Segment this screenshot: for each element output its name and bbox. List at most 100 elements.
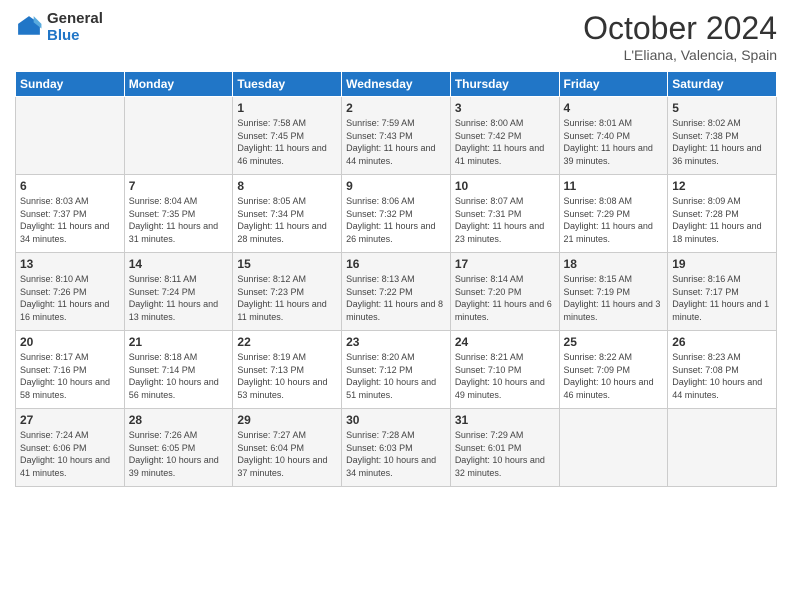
day-info: Sunrise: 8:05 AM Sunset: 7:34 PM Dayligh… <box>237 195 337 245</box>
logo: General Blue <box>15 10 103 44</box>
day-info: Sunrise: 8:22 AM Sunset: 7:09 PM Dayligh… <box>564 351 664 401</box>
day-number: 20 <box>20 335 120 349</box>
calendar-cell: 1Sunrise: 7:58 AM Sunset: 7:45 PM Daylig… <box>233 97 342 175</box>
day-number: 19 <box>672 257 772 271</box>
calendar-cell <box>124 97 233 175</box>
day-number: 30 <box>346 413 446 427</box>
calendar-cell: 31Sunrise: 7:29 AM Sunset: 6:01 PM Dayli… <box>450 409 559 487</box>
day-number: 23 <box>346 335 446 349</box>
day-info: Sunrise: 8:16 AM Sunset: 7:17 PM Dayligh… <box>672 273 772 323</box>
calendar-cell <box>559 409 668 487</box>
day-number: 5 <box>672 101 772 115</box>
calendar-cell: 17 Sunrise: 8:14 AM Sunset: 7:20 PM Dayli… <box>450 253 559 331</box>
day-number: 17 <box>455 257 555 271</box>
day-info: Sunrise: 7:59 AM Sunset: 7:43 PM Dayligh… <box>346 117 446 167</box>
day-info: Sunrise: 8:04 AM Sunset: 7:35 PM Dayligh… <box>129 195 229 245</box>
calendar-cell: 6 Sunrise: 8:03 AM Sunset: 7:37 PM Daylig… <box>16 175 125 253</box>
day-info: Sunrise: 8:03 AM Sunset: 7:37 PM Dayligh… <box>20 195 120 245</box>
calendar-cell: 11Sunrise: 8:08 AM Sunset: 7:29 PM Dayli… <box>559 175 668 253</box>
day-number: 24 <box>455 335 555 349</box>
calendar-cell: 27Sunrise: 7:24 AM Sunset: 6:06 PM Dayli… <box>16 409 125 487</box>
calendar-cell: 10 Sunrise: 8:07 AM Sunset: 7:31 PM Dayli… <box>450 175 559 253</box>
col-header-friday: Friday <box>559 72 668 97</box>
day-info: Sunrise: 7:58 AM Sunset: 7:45 PM Dayligh… <box>237 117 337 167</box>
day-info: Sunrise: 8:20 AM Sunset: 7:12 PM Dayligh… <box>346 351 446 401</box>
day-info: Sunrise: 8:19 AM Sunset: 7:13 PM Dayligh… <box>237 351 337 401</box>
day-info: Sunrise: 8:15 AM Sunset: 7:19 PM Dayligh… <box>564 273 664 323</box>
day-number: 28 <box>129 413 229 427</box>
day-info: Sunrise: 8:12 AM Sunset: 7:23 PM Dayligh… <box>237 273 337 323</box>
calendar-cell: 29 Sunrise: 7:27 AM Sunset: 6:04 PM Dayli… <box>233 409 342 487</box>
calendar-cell: 25Sunrise: 8:22 AM Sunset: 7:09 PM Dayli… <box>559 331 668 409</box>
col-header-monday: Monday <box>124 72 233 97</box>
calendar-week-1: 1Sunrise: 7:58 AM Sunset: 7:45 PM Daylig… <box>16 97 777 175</box>
day-number: 6 <box>20 179 120 193</box>
calendar-week-3: 13 Sunrise: 8:10 AM Sunset: 7:26 PM Dayli… <box>16 253 777 331</box>
day-number: 22 <box>237 335 337 349</box>
calendar-cell: 23 Sunrise: 8:20 AM Sunset: 7:12 PM Dayli… <box>342 331 451 409</box>
title-block: October 2024 L'Eliana, Valencia, Spain <box>583 10 777 63</box>
day-info: Sunrise: 8:11 AM Sunset: 7:24 PM Dayligh… <box>129 273 229 323</box>
day-number: 12 <box>672 179 772 193</box>
calendar-cell <box>668 409 777 487</box>
logo-text: General Blue <box>47 10 103 44</box>
calendar-cell: 26 Sunrise: 8:23 AM Sunset: 7:08 PM Dayli… <box>668 331 777 409</box>
col-header-sunday: Sunday <box>16 72 125 97</box>
day-number: 10 <box>455 179 555 193</box>
calendar-cell: 12 Sunrise: 8:09 AM Sunset: 7:28 PM Dayli… <box>668 175 777 253</box>
calendar-cell: 28 Sunrise: 7:26 AM Sunset: 6:05 PM Dayli… <box>124 409 233 487</box>
day-number: 9 <box>346 179 446 193</box>
day-number: 3 <box>455 101 555 115</box>
day-number: 16 <box>346 257 446 271</box>
subtitle: L'Eliana, Valencia, Spain <box>583 47 777 63</box>
calendar-cell: 21 Sunrise: 8:18 AM Sunset: 7:14 PM Dayli… <box>124 331 233 409</box>
calendar-cell: 14Sunrise: 8:11 AM Sunset: 7:24 PM Dayli… <box>124 253 233 331</box>
day-info: Sunrise: 8:02 AM Sunset: 7:38 PM Dayligh… <box>672 117 772 167</box>
calendar-table: SundayMondayTuesdayWednesdayThursdayFrid… <box>15 71 777 487</box>
day-info: Sunrise: 8:17 AM Sunset: 7:16 PM Dayligh… <box>20 351 120 401</box>
calendar-cell <box>16 97 125 175</box>
day-number: 13 <box>20 257 120 271</box>
calendar-cell: 4Sunrise: 8:01 AM Sunset: 7:40 PM Daylig… <box>559 97 668 175</box>
calendar-cell: 13 Sunrise: 8:10 AM Sunset: 7:26 PM Dayli… <box>16 253 125 331</box>
day-info: Sunrise: 8:14 AM Sunset: 7:20 PM Dayligh… <box>455 273 555 323</box>
day-number: 2 <box>346 101 446 115</box>
day-info: Sunrise: 7:24 AM Sunset: 6:06 PM Dayligh… <box>20 429 120 479</box>
day-info: Sunrise: 8:07 AM Sunset: 7:31 PM Dayligh… <box>455 195 555 245</box>
day-info: Sunrise: 8:23 AM Sunset: 7:08 PM Dayligh… <box>672 351 772 401</box>
calendar-cell: 3 Sunrise: 8:00 AM Sunset: 7:42 PM Daylig… <box>450 97 559 175</box>
page: General Blue October 2024 L'Eliana, Vale… <box>0 0 792 612</box>
calendar-week-4: 20 Sunrise: 8:17 AM Sunset: 7:16 PM Dayli… <box>16 331 777 409</box>
calendar-cell: 19 Sunrise: 8:16 AM Sunset: 7:17 PM Dayli… <box>668 253 777 331</box>
day-number: 18 <box>564 257 664 271</box>
day-info: Sunrise: 8:00 AM Sunset: 7:42 PM Dayligh… <box>455 117 555 167</box>
day-info: Sunrise: 8:21 AM Sunset: 7:10 PM Dayligh… <box>455 351 555 401</box>
calendar-cell: 8 Sunrise: 8:05 AM Sunset: 7:34 PM Daylig… <box>233 175 342 253</box>
day-number: 29 <box>237 413 337 427</box>
calendar-week-2: 6 Sunrise: 8:03 AM Sunset: 7:37 PM Daylig… <box>16 175 777 253</box>
calendar-cell: 24 Sunrise: 8:21 AM Sunset: 7:10 PM Dayli… <box>450 331 559 409</box>
day-number: 26 <box>672 335 772 349</box>
day-info: Sunrise: 7:26 AM Sunset: 6:05 PM Dayligh… <box>129 429 229 479</box>
calendar-cell: 15Sunrise: 8:12 AM Sunset: 7:23 PM Dayli… <box>233 253 342 331</box>
header: General Blue October 2024 L'Eliana, Vale… <box>15 10 777 63</box>
calendar-cell: 16 Sunrise: 8:13 AM Sunset: 7:22 PM Dayli… <box>342 253 451 331</box>
day-info: Sunrise: 7:29 AM Sunset: 6:01 PM Dayligh… <box>455 429 555 479</box>
calendar-week-5: 27Sunrise: 7:24 AM Sunset: 6:06 PM Dayli… <box>16 409 777 487</box>
day-number: 21 <box>129 335 229 349</box>
month-title: October 2024 <box>583 10 777 47</box>
day-info: Sunrise: 8:18 AM Sunset: 7:14 PM Dayligh… <box>129 351 229 401</box>
day-info: Sunrise: 7:27 AM Sunset: 6:04 PM Dayligh… <box>237 429 337 479</box>
day-number: 8 <box>237 179 337 193</box>
calendar-cell: 9 Sunrise: 8:06 AM Sunset: 7:32 PM Daylig… <box>342 175 451 253</box>
calendar-cell: 20 Sunrise: 8:17 AM Sunset: 7:16 PM Dayli… <box>16 331 125 409</box>
day-info: Sunrise: 8:06 AM Sunset: 7:32 PM Dayligh… <box>346 195 446 245</box>
day-info: Sunrise: 7:28 AM Sunset: 6:03 PM Dayligh… <box>346 429 446 479</box>
day-info: Sunrise: 8:10 AM Sunset: 7:26 PM Dayligh… <box>20 273 120 323</box>
day-info: Sunrise: 8:09 AM Sunset: 7:28 PM Dayligh… <box>672 195 772 245</box>
calendar-cell: 7Sunrise: 8:04 AM Sunset: 7:35 PM Daylig… <box>124 175 233 253</box>
calendar-cell: 2 Sunrise: 7:59 AM Sunset: 7:43 PM Daylig… <box>342 97 451 175</box>
day-info: Sunrise: 8:01 AM Sunset: 7:40 PM Dayligh… <box>564 117 664 167</box>
col-header-wednesday: Wednesday <box>342 72 451 97</box>
day-info: Sunrise: 8:13 AM Sunset: 7:22 PM Dayligh… <box>346 273 446 323</box>
